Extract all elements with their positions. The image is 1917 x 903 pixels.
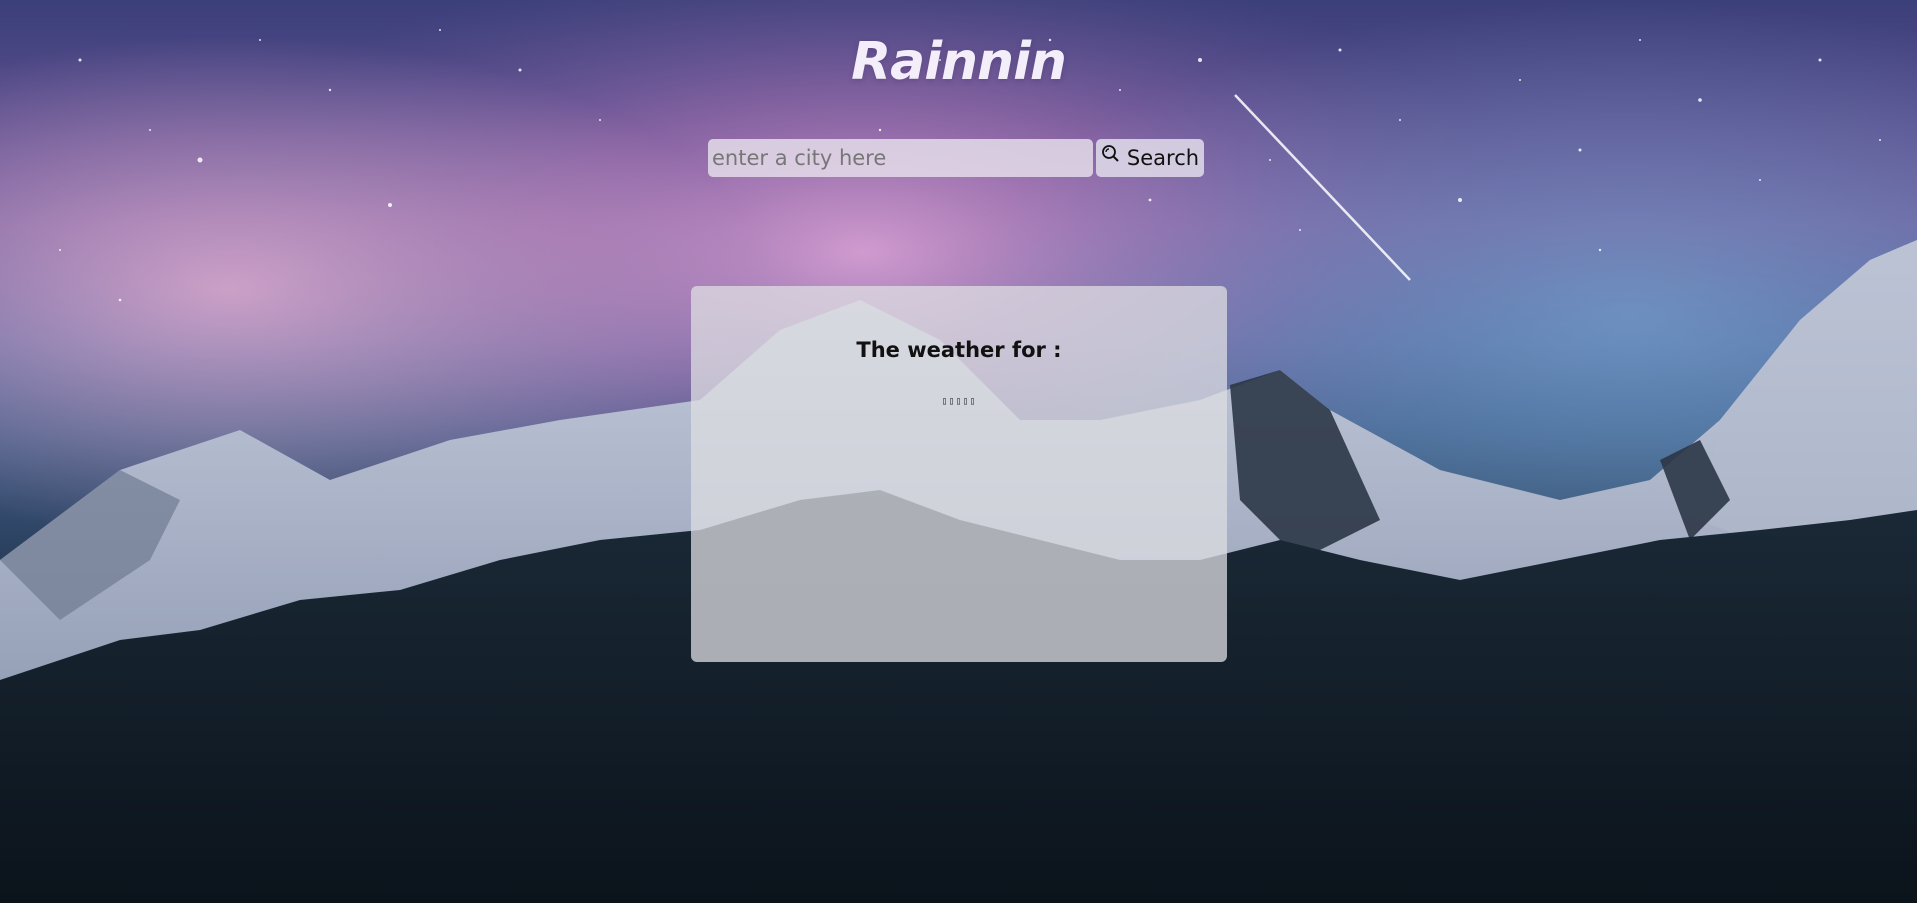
weather-heading: The weather for : [856,338,1062,362]
city-search-input[interactable] [708,139,1093,177]
app-background: Rainnin Search The weather for : ▯▯▯▯▯ [0,0,1917,903]
search-icon [1101,144,1121,164]
app-title: Rainnin [851,32,1067,92]
search-button[interactable]: Search [1096,139,1204,177]
weather-card: The weather for : ▯▯▯▯▯ [691,286,1227,662]
search-button-label: Search [1126,146,1200,170]
search-bar: Search [708,139,1204,177]
weather-value: ▯▯▯▯▯ [941,396,977,407]
